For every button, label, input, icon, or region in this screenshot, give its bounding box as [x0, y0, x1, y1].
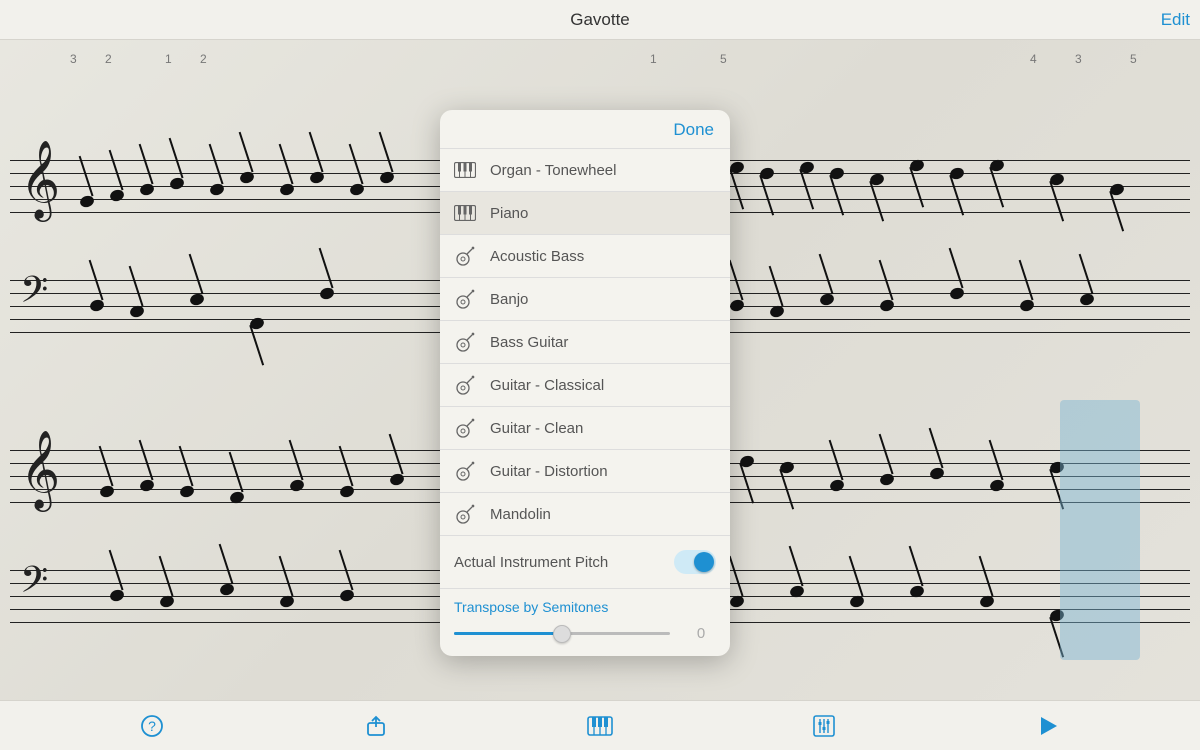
instrument-label: Bass Guitar: [490, 334, 568, 351]
help-icon: ?: [140, 714, 164, 738]
string-instrument-icon: [454, 417, 476, 439]
mixer-icon: [812, 715, 836, 737]
transpose-section: Transpose by Semitones 0: [440, 588, 730, 656]
done-button[interactable]: Done: [673, 120, 714, 140]
transpose-label: Transpose by Semitones: [454, 599, 716, 615]
actual-pitch-row: Actual Instrument Pitch: [440, 535, 730, 588]
instrument-row[interactable]: Bass Guitar: [440, 320, 730, 363]
edit-button[interactable]: Edit: [1161, 10, 1190, 30]
actual-pitch-toggle[interactable]: [674, 550, 716, 574]
string-instrument-icon: [454, 245, 476, 267]
instrument-row[interactable]: Acoustic Bass: [440, 234, 730, 277]
instrument-row[interactable]: Guitar - Distortion: [440, 449, 730, 492]
transpose-value: 0: [686, 625, 716, 642]
instrument-popover: Done Organ - Tonewheel Piano Acoustic Bass…: [440, 110, 730, 656]
keyboard-icon: [587, 716, 613, 736]
actual-pitch-label: Actual Instrument Pitch: [454, 554, 608, 571]
instrument-list[interactable]: Organ - Tonewheel Piano Acoustic Bass Banjo…: [440, 148, 730, 535]
instrument-label: Acoustic Bass: [490, 248, 584, 265]
string-instrument-icon: [454, 460, 476, 482]
string-instrument-icon: [454, 374, 476, 396]
instrument-row[interactable]: Guitar - Classical: [440, 363, 730, 406]
instrument-row[interactable]: Mandolin: [440, 492, 730, 535]
svg-text:?: ?: [148, 718, 156, 734]
instrument-row[interactable]: Piano: [440, 191, 730, 234]
share-icon: [364, 714, 388, 738]
page-title: Gavotte: [570, 10, 630, 30]
play-icon: [1037, 715, 1059, 737]
instrument-button[interactable]: [580, 706, 620, 746]
instrument-label: Guitar - Clean: [490, 420, 583, 437]
mixer-button[interactable]: [804, 706, 844, 746]
header: Gavotte Edit: [0, 0, 1200, 40]
instrument-label: Mandolin: [490, 506, 551, 523]
play-button[interactable]: [1028, 706, 1068, 746]
keyboard-icon: [454, 202, 476, 224]
instrument-row[interactable]: Guitar - Clean: [440, 406, 730, 449]
share-button[interactable]: [356, 706, 396, 746]
bottom-toolbar: ?: [0, 700, 1200, 750]
string-instrument-icon: [454, 331, 476, 353]
string-instrument-icon: [454, 503, 476, 525]
popover-header: Done: [440, 110, 730, 148]
instrument-label: Banjo: [490, 291, 528, 308]
instrument-row[interactable]: Organ - Tonewheel: [440, 148, 730, 191]
instrument-label: Guitar - Classical: [490, 377, 604, 394]
keyboard-icon: [454, 159, 476, 181]
playback-cursor: [1060, 400, 1140, 660]
help-button[interactable]: ?: [132, 706, 172, 746]
instrument-label: Organ - Tonewheel: [490, 162, 616, 179]
instrument-row[interactable]: Banjo: [440, 277, 730, 320]
string-instrument-icon: [454, 288, 476, 310]
instrument-label: Guitar - Distortion: [490, 463, 608, 480]
transpose-slider[interactable]: [454, 632, 670, 635]
instrument-label: Piano: [490, 205, 528, 222]
